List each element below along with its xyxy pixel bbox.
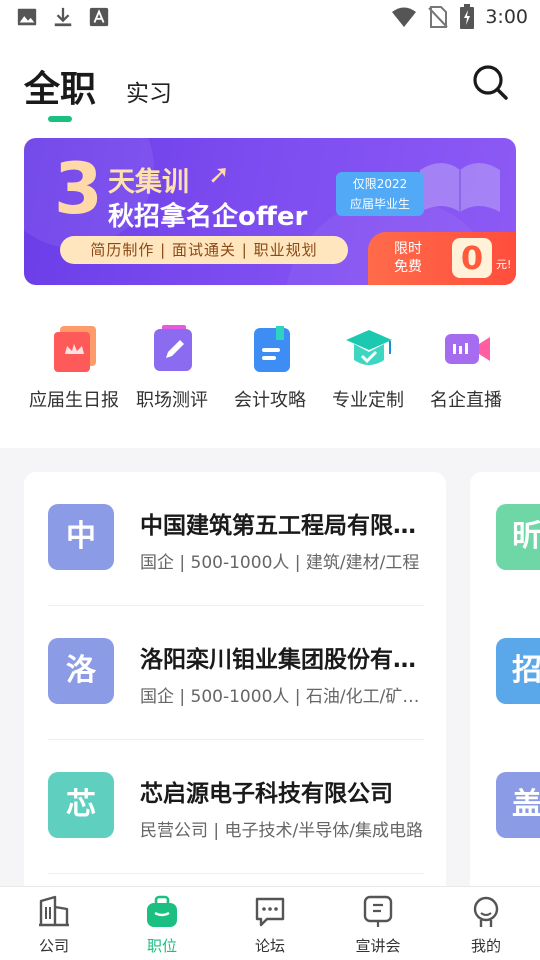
quick-link-label: 职场测评 [136, 390, 208, 411]
company-name: 洛阳栾川钼业集团股份有限公司 [140, 647, 424, 673]
nav-label: 宣讲会 [355, 937, 401, 955]
presentation-icon [363, 895, 393, 927]
active-tab-indicator [48, 116, 72, 122]
edit-pen-icon [154, 325, 192, 371]
free-label-line: 限时 [394, 241, 422, 257]
top-section: 全职 实习 3 天集训 ➚ 秋招拿名企offer 简历制作 | 面试通关 | 职… [0, 36, 540, 448]
banner-tags: 简历制作 | 面试通关 | 职业规划 [60, 236, 348, 264]
company-avatar: 中 [48, 504, 114, 570]
company-row[interactable]: 中 中国建筑第五工程局有限公司 国企 | 500-1000人 | 建筑/建材/工… [48, 472, 424, 606]
price-unit: 元! [496, 258, 512, 271]
open-book-icon [420, 163, 500, 212]
quick-link-label: 专业定制 [332, 390, 404, 411]
search-icon[interactable] [470, 62, 510, 102]
no-sim-icon [428, 6, 449, 28]
building-icon [39, 895, 69, 927]
nav-company[interactable]: 公司 [0, 887, 108, 960]
nav-label: 我的 [470, 937, 501, 955]
company-meta: 国企 | 500-1000人 | 建筑/建材/工程 [140, 553, 420, 573]
newspaper-icon [54, 326, 96, 372]
chat-bubble-icon [255, 897, 285, 927]
banner-title: 天集训 [108, 167, 189, 198]
company-list-area: 中 中国建筑第五工程局有限公司 国企 | 500-1000人 | 建筑/建材/工… [0, 448, 540, 886]
nav-profile[interactable]: 我的 [432, 887, 540, 960]
company-card-next[interactable]: 昕 招 盖 [470, 472, 540, 886]
nav-label: 论坛 [254, 937, 285, 955]
arrow-up-icon: ➚ [208, 160, 230, 190]
company-name: 中国建筑第五工程局有限公司 [140, 513, 424, 539]
quick-links: 应届生日报 职场测评 会计攻略 专业定制 名企直播 [0, 320, 540, 416]
badge-line: 仅限2022 [352, 177, 408, 191]
company-row[interactable]: 洛 洛阳栾川钼业集团股份有限公司 国企 | 500-1000人 | 石油/化工/… [48, 606, 424, 740]
bottom-navigation: 公司 职位 论坛 宣讲会 我的 [0, 886, 540, 960]
profile-icon [473, 896, 499, 927]
wifi-icon [392, 7, 417, 27]
quick-link-company-live[interactable]: 名企直播 [416, 320, 516, 416]
promo-banner[interactable]: 3 天集训 ➚ 秋招拿名企offer 简历制作 | 面试通关 | 职业规划 仅限… [24, 138, 516, 285]
free-label-line: 免费 [394, 259, 422, 275]
nav-jobs[interactable]: 职位 [108, 887, 216, 960]
banner-number: 3 [54, 148, 103, 230]
live-video-icon [445, 334, 490, 364]
company-name: 芯启源电子科技有限公司 [140, 781, 393, 807]
nav-forum[interactable]: 论坛 [216, 887, 324, 960]
quick-link-graduate-daily[interactable]: 应届生日报 [24, 320, 124, 416]
company-avatar: 盖 [496, 772, 540, 838]
font-icon [89, 7, 109, 27]
image-icon [17, 8, 37, 26]
quick-link-label: 会计攻略 [234, 390, 306, 411]
free-label: 限时 免费 [388, 240, 428, 276]
free-offer-box: 限时 免费 0 元! [368, 232, 516, 285]
quick-link-career-test[interactable]: 职场测评 [122, 320, 222, 416]
company-avatar: 洛 [48, 638, 114, 704]
clock-time: 3:00 [485, 6, 528, 28]
company-meta: 国企 | 500-1000人 | 石油/化工/矿产/地质 [140, 687, 424, 707]
company-avatar: 芯 [48, 772, 114, 838]
banner-subtitle: 秋招拿名企offer [108, 202, 308, 232]
company-avatar: 招 [496, 638, 540, 704]
quick-link-accounting-guide[interactable]: 会计攻略 [220, 320, 320, 416]
divider [48, 873, 424, 874]
graduation-cap-icon [346, 330, 392, 365]
status-bar: 3:00 [0, 0, 540, 36]
document-icon [254, 326, 290, 372]
nav-label: 职位 [146, 937, 177, 955]
company-avatar: 昕 [496, 504, 540, 570]
company-row[interactable]: 芯 芯启源电子科技有限公司 民营公司 | 电子技术/半导体/集成电路 [48, 740, 424, 874]
price-value: 0 [452, 238, 492, 278]
quick-link-label: 应届生日报 [29, 390, 119, 411]
battery-charging-icon [460, 4, 475, 29]
quick-link-major-custom[interactable]: 专业定制 [318, 320, 418, 416]
download-icon [54, 7, 72, 27]
quick-link-label: 名企直播 [430, 390, 502, 411]
tab-internship[interactable]: 实习 [126, 74, 172, 108]
briefcase-icon [147, 895, 177, 927]
company-meta: 民营公司 | 电子技术/半导体/集成电路 [140, 821, 423, 841]
eligibility-badge: 仅限2022 应届毕业生 [336, 172, 424, 216]
nav-seminars[interactable]: 宣讲会 [324, 887, 432, 960]
nav-label: 公司 [38, 937, 69, 955]
badge-line: 应届毕业生 [349, 197, 410, 211]
company-card: 中 中国建筑第五工程局有限公司 国企 | 500-1000人 | 建筑/建材/工… [24, 472, 446, 886]
tab-fulltime[interactable]: 全职 [24, 60, 96, 112]
